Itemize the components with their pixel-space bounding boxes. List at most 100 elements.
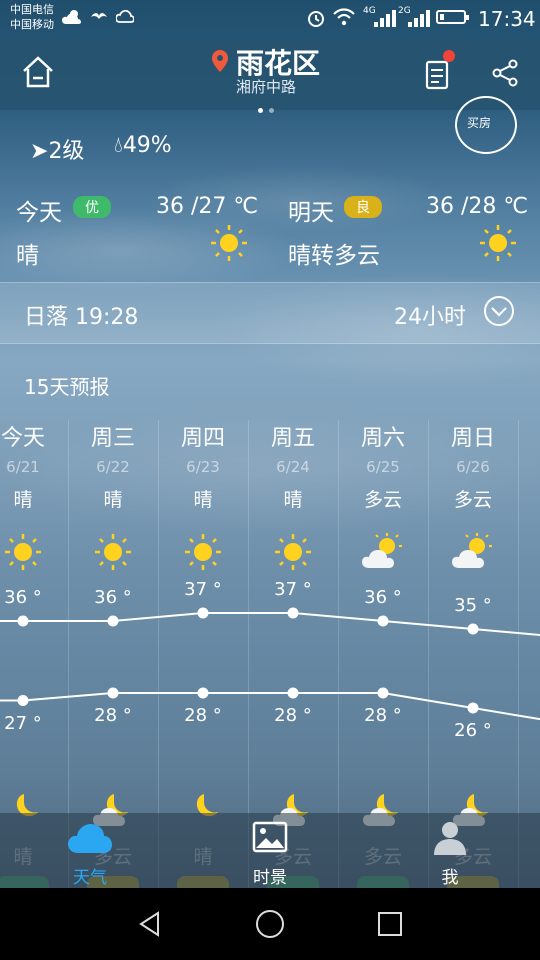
low-temp-label: 27 ° xyxy=(4,712,42,734)
tomorrow-aqi-badge: 良 xyxy=(344,196,382,218)
notification-dot xyxy=(443,50,455,62)
page-indicator xyxy=(258,98,280,117)
location-pin-icon xyxy=(212,50,228,72)
page-dot xyxy=(269,108,274,113)
humidity-drop-icon: 💧︎ xyxy=(114,133,123,158)
today-aqi-badge: 优 xyxy=(73,196,111,218)
signal-icon-1 xyxy=(374,9,396,27)
news-icon[interactable] xyxy=(425,60,449,90)
sun-icon xyxy=(5,534,41,570)
weather-status-icon xyxy=(62,10,81,24)
low-temp-line-point xyxy=(467,702,479,714)
house-button[interactable]: 买房 xyxy=(455,96,517,154)
humidity: 💧︎49% xyxy=(114,133,172,158)
high-temp-label: 36 ° xyxy=(364,587,402,608)
low-temp-line-point xyxy=(377,687,389,699)
signal-icon-2 xyxy=(408,9,430,27)
low-temp-line-point xyxy=(287,687,299,699)
forecast-day-column[interactable]: 周日 6/26 多云 xyxy=(428,420,518,512)
tab-me[interactable]: 我 xyxy=(390,813,510,888)
bottom-tab-bar: 天气 时景 我 xyxy=(0,813,540,888)
high-temp-line-point xyxy=(287,607,299,619)
street-name: 湘府中路 xyxy=(236,78,297,96)
high-temp-line-point xyxy=(197,607,209,619)
home-nav-icon[interactable] xyxy=(256,910,284,938)
low-temp-label: 28 ° xyxy=(94,705,132,726)
bird-icon xyxy=(91,13,107,19)
home-icon[interactable] xyxy=(20,54,56,90)
low-temp-line-point xyxy=(197,687,209,699)
forecast-date: 6/26 xyxy=(456,458,490,476)
today-sun-icon xyxy=(211,225,247,261)
forecast-day-column[interactable]: 周三 6/22 晴 xyxy=(68,420,158,512)
low-temp-label: 28 ° xyxy=(274,705,312,726)
high-temp-label: 36 ° xyxy=(4,587,42,608)
house-button-label: 买房 xyxy=(467,116,492,130)
high-temp-line-point xyxy=(467,623,479,635)
sunset-bar[interactable]: 日落 19:28 24小时 xyxy=(0,282,540,344)
high-temp-label: 37 ° xyxy=(184,579,222,600)
page-dot-active xyxy=(258,108,263,113)
cloud-status-icon xyxy=(116,9,134,23)
humidity-text: 49% xyxy=(122,133,172,158)
sun-icon xyxy=(95,534,131,570)
forecast-condition: 晴 xyxy=(193,489,213,511)
forecast-condition: 晴 xyxy=(283,489,303,511)
sun-icon xyxy=(185,534,221,570)
forecast-date: 6/24 xyxy=(276,458,310,476)
recents-icon[interactable] xyxy=(378,912,402,936)
forecast-date: 6/23 xyxy=(186,458,220,476)
sun-cloud-icon xyxy=(452,533,492,568)
high-temp-line xyxy=(0,612,540,636)
low-temp-label: 28 ° xyxy=(364,705,402,726)
forecast-weekday: 今天 xyxy=(0,426,45,451)
cloud-icon xyxy=(68,824,112,853)
tab-scenery-label: 时景 xyxy=(253,868,287,888)
today-label: 今天 xyxy=(16,200,62,226)
wifi-icon xyxy=(333,8,355,26)
share-icon[interactable] xyxy=(490,58,520,88)
forecast-date: 6/21 xyxy=(6,458,40,476)
carrier-info: 中国电信 中国移动 xyxy=(10,2,54,32)
low-temp-label: 28 ° xyxy=(184,705,222,726)
high-temp-line-point xyxy=(17,615,29,627)
status-bar: 中国电信 中国移动 4G 2G 17:34 xyxy=(0,0,540,38)
low-temp-label: 26 ° xyxy=(454,720,492,741)
forecast-condition: 多云 xyxy=(363,489,402,511)
chevron-down-icon[interactable] xyxy=(484,296,514,326)
low-temp-line-point xyxy=(107,687,119,699)
forecast-weekday: 周六 xyxy=(360,426,405,451)
forecast-day-column[interactable]: 今天 6/21 晴 xyxy=(0,420,68,512)
high-temp-label: 35 ° xyxy=(454,595,492,616)
tab-weather-label: 天气 xyxy=(73,868,107,888)
today-condition: 晴 xyxy=(16,243,39,269)
high-temp-line-point xyxy=(107,615,119,627)
status-clock: 17:34 xyxy=(478,7,536,31)
forecast-day-column[interactable]: 周五 6/24 晴 xyxy=(248,420,338,512)
forecast-title: 15天预报 xyxy=(24,375,110,399)
forecast-weekday: 周日 xyxy=(450,426,495,451)
sun-icon xyxy=(275,534,311,570)
forecast-weekday: 周三 xyxy=(90,426,135,451)
tab-scenery[interactable]: 时景 xyxy=(210,813,330,888)
tomorrow-sun-icon xyxy=(480,225,516,261)
forecast-condition: 多云 xyxy=(453,489,492,511)
back-icon[interactable] xyxy=(136,910,164,938)
wind-text: 2级 xyxy=(48,139,85,164)
wind-arrow-icon: ➤ xyxy=(30,139,49,164)
forecast-weekday: 周五 xyxy=(270,426,315,451)
forecast-day-column[interactable]: 周六 6/25 多云 xyxy=(338,420,428,512)
forecast-day-column[interactable]: 周四 6/23 晴 xyxy=(158,420,248,512)
high-temp-line-point xyxy=(377,615,389,627)
tomorrow-temp: 36 /28 ℃ xyxy=(426,194,529,219)
forecast-condition: 晴 xyxy=(103,489,123,511)
tab-me-label: 我 xyxy=(441,868,459,888)
battery-icon xyxy=(436,10,469,24)
forecast-date: 6/25 xyxy=(366,458,400,476)
wind-level: ➤2级 xyxy=(30,133,84,165)
today-temp: 36 /27 ℃ xyxy=(156,194,259,219)
hours24-label[interactable]: 24小时 xyxy=(394,299,466,331)
forecast-condition: 晴 xyxy=(13,489,33,511)
forecast-weekday: 周四 xyxy=(180,426,225,451)
tab-weather[interactable]: 天气 xyxy=(30,813,150,888)
